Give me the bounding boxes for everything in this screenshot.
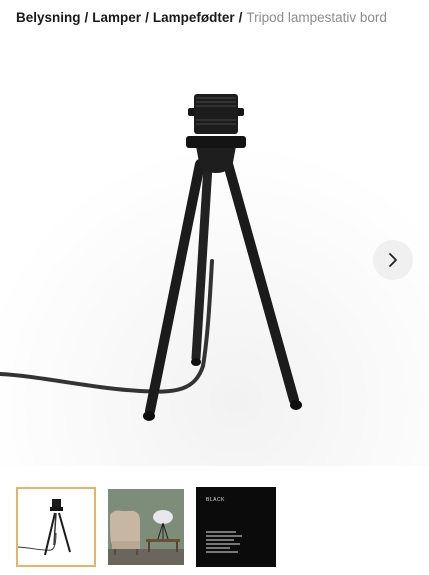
thumbnail-lifestyle[interactable]	[106, 487, 186, 567]
thumbnail-color-black[interactable]: BLACK	[196, 487, 276, 567]
product-main-image[interactable]	[0, 36, 429, 466]
breadcrumb-separator: /	[145, 10, 149, 25]
breadcrumb-item-lampefodter[interactable]: Lampefødter	[153, 10, 235, 25]
swatch-label: BLACK	[206, 497, 225, 503]
swatch-spec-lines	[206, 531, 242, 555]
lifestyle-thumbnail-image	[108, 489, 184, 565]
next-image-button[interactable]	[373, 240, 413, 280]
breadcrumb-item-belysning[interactable]: Belysning	[16, 10, 81, 25]
chevron-right-icon	[389, 253, 397, 267]
breadcrumb: Belysning / Lamper / Lampefødter / Tripod lamp…	[16, 9, 421, 26]
tripod-lamp-illustration	[0, 36, 429, 466]
thumbnail-tripod[interactable]	[16, 487, 96, 567]
breadcrumb-separator: /	[238, 10, 243, 25]
tripod-thumbnail-image	[18, 489, 94, 565]
breadcrumb-item-lamper[interactable]: Lamper	[92, 10, 141, 25]
breadcrumb-current: Tripod lampestativ bord	[246, 10, 387, 25]
breadcrumb-separator: /	[84, 10, 89, 25]
thumbnail-strip: BLACK	[16, 487, 276, 567]
